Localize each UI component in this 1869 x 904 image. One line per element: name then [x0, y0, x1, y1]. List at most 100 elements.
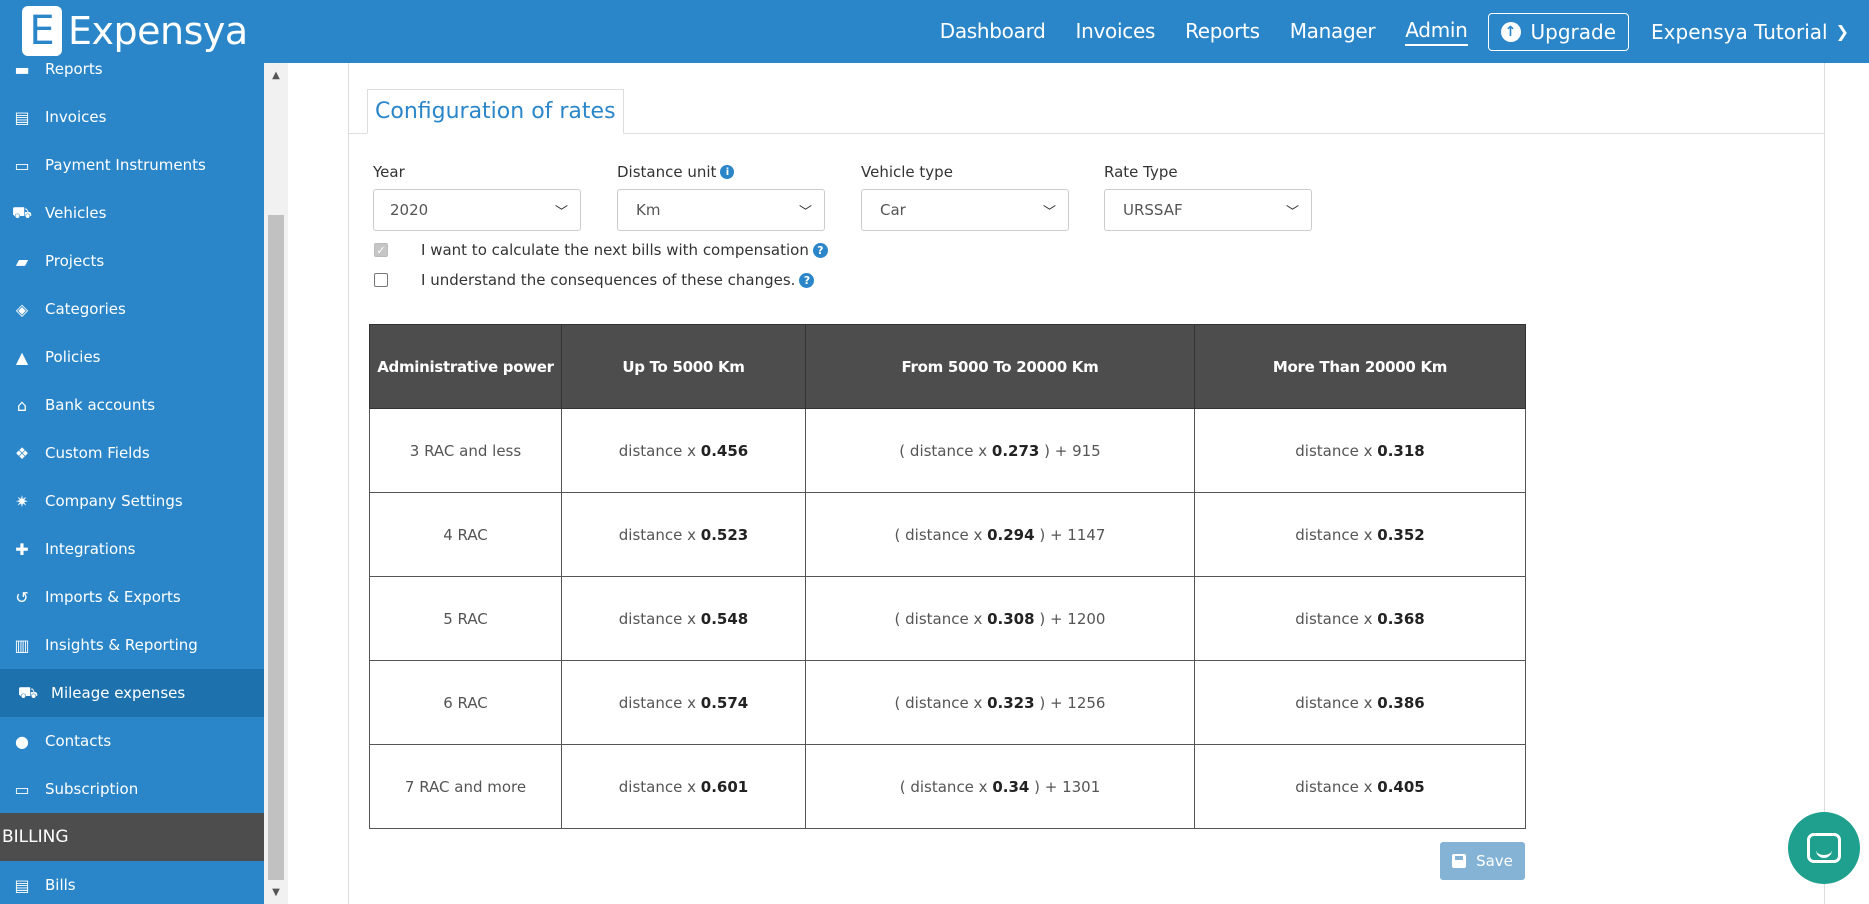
- main-nav: Dashboard Invoices Reports Manager Admin…: [910, 0, 1849, 63]
- brand-logo[interactable]: E Expensya: [22, 2, 248, 60]
- nav-admin[interactable]: Admin: [1405, 18, 1468, 46]
- power-cell: 5 RAC: [369, 576, 562, 661]
- distance-unit-value: Km: [636, 201, 661, 219]
- question-circle-icon[interactable]: ?: [812, 242, 828, 258]
- sidebar-item-mileage-expenses[interactable]: ⛟ Mileage expenses: [0, 669, 264, 717]
- sidebar-section-billing: BILLING: [0, 813, 264, 861]
- rate-value: 0.294: [987, 525, 1035, 544]
- bank-icon: ⌂: [16, 395, 28, 415]
- sidebar-item-label: Payment Instruments: [45, 156, 206, 174]
- sidebar-item-company-settings[interactable]: ✷ Company Settings: [0, 477, 264, 525]
- vehicle-type-select[interactable]: Car ﹀: [861, 189, 1069, 231]
- chat-launcher-button[interactable]: [1788, 812, 1860, 884]
- nav-reports[interactable]: Reports: [1185, 19, 1260, 45]
- rate-suffix: ) + 1301: [1029, 777, 1101, 796]
- distance-unit-select[interactable]: Km ﹀: [617, 189, 825, 231]
- sidebar-item-policies[interactable]: ▲ Policies: [0, 333, 264, 381]
- warning-icon: ▲: [15, 347, 29, 367]
- compensation-checkbox-row: ✓ I want to calculate the next bills wit…: [374, 241, 828, 259]
- sidebar-item-bank-accounts[interactable]: ⌂ Bank accounts: [0, 381, 264, 429]
- rates-table: Administrative power Up To 5000 Km From …: [369, 324, 1526, 829]
- scroll-up-arrow-icon[interactable]: ▲: [264, 65, 288, 85]
- rate-type-select[interactable]: URSSAF ﹀: [1104, 189, 1312, 231]
- chevron-down-icon: ﹀: [1285, 204, 1299, 220]
- consequences-checkbox[interactable]: [374, 273, 388, 287]
- sidebar-item-categories[interactable]: ◈ Categories: [0, 285, 264, 333]
- logo-badge: E: [22, 6, 62, 56]
- year-select[interactable]: 2020 ﹀: [373, 189, 581, 231]
- tab-configuration-of-rates[interactable]: Configuration of rates: [367, 89, 624, 134]
- chevron-down-icon: ❯: [1835, 22, 1849, 41]
- rate-cell-5000-20000: ( distance x 0.308 ) + 1200: [805, 576, 1195, 661]
- rate-prefix: distance x: [1295, 441, 1378, 460]
- year-label: Year: [373, 163, 405, 181]
- upgrade-button[interactable]: ↑ Upgrade: [1487, 12, 1630, 51]
- history-icon: ↺: [15, 587, 29, 607]
- rate-prefix: ( distance x: [894, 525, 988, 544]
- chat-icon: [1807, 833, 1841, 863]
- sidebar: ▬ Reports ▤ Invoices ▭ Payment Instrumen…: [0, 63, 264, 904]
- rate-value: 0.318: [1377, 441, 1425, 460]
- rate-suffix: ) + 915: [1039, 441, 1101, 460]
- rate-value: 0.523: [700, 525, 749, 544]
- table-row: 4 RAC distance x 0.523 ( distance x 0.29…: [369, 492, 1526, 577]
- power-cell: 4 RAC: [369, 492, 562, 577]
- rate-suffix: ) + 1256: [1034, 693, 1106, 712]
- sidebar-scrollbar[interactable]: ▲ ▼: [264, 63, 288, 904]
- chevron-down-icon: ﹀: [554, 204, 568, 220]
- compensation-label: I want to calculate the next bills with …: [421, 241, 809, 259]
- question-circle-icon[interactable]: ?: [799, 272, 815, 288]
- table-row: 5 RAC distance x 0.548 ( distance x 0.30…: [369, 576, 1526, 661]
- info-icon[interactable]: i: [720, 165, 735, 179]
- sidebar-item-label: Contacts: [45, 732, 112, 750]
- scrollbar-thumb[interactable]: [268, 215, 284, 880]
- rate-prefix: distance x: [618, 525, 701, 544]
- nav-invoices[interactable]: Invoices: [1076, 19, 1156, 45]
- rate-prefix: distance x: [618, 777, 701, 796]
- sidebar-item-insights-reporting[interactable]: ▥ Insights & Reporting: [0, 621, 264, 669]
- sidebar-item-imports-exports[interactable]: ↺ Imports & Exports: [0, 573, 264, 621]
- consequences-checkbox-row: I understand the consequences of these c…: [374, 271, 815, 289]
- user-menu[interactable]: Expensya Tutorial ❯: [1651, 20, 1849, 44]
- chevron-down-icon: ﹀: [1042, 204, 1056, 220]
- sidebar-item-label: Mileage expenses: [51, 684, 186, 702]
- rate-prefix: distance x: [1295, 609, 1378, 628]
- vehicle-type-label: Vehicle type: [861, 163, 953, 181]
- sidebar-item-label: Projects: [45, 252, 105, 270]
- rate-suffix: ) + 1200: [1034, 609, 1106, 628]
- distance-unit-field: Distance unit i Km ﹀: [617, 161, 825, 231]
- rate-value: 0.601: [700, 777, 749, 796]
- sidebar-item-custom-fields[interactable]: ❖ Custom Fields: [0, 429, 264, 477]
- rate-value: 0.308: [987, 609, 1035, 628]
- sidebar-item-vehicles[interactable]: ⛟ Vehicles: [0, 189, 264, 237]
- power-cell: 6 RAC: [369, 660, 562, 745]
- sidebar-item-label: Integrations: [45, 540, 136, 558]
- sidebar-item-payment-instruments[interactable]: ▭ Payment Instruments: [0, 141, 264, 189]
- rate-type-label: Rate Type: [1104, 163, 1178, 181]
- rate-cell-more-than-20000: distance x 0.405: [1194, 744, 1526, 829]
- sidebar-item-contacts[interactable]: ● Contacts: [0, 717, 264, 765]
- sidebar-item-reports[interactable]: ▬ Reports: [0, 63, 264, 93]
- rate-prefix: distance x: [1295, 525, 1378, 544]
- save-button[interactable]: Save: [1440, 842, 1525, 880]
- column-header: From 5000 To 20000 Km: [805, 324, 1195, 409]
- rate-cell-more-than-20000: distance x 0.386: [1194, 660, 1526, 745]
- sidebar-item-bills[interactable]: ▤ Bills: [0, 861, 264, 904]
- book-icon: ▰: [15, 251, 29, 271]
- rate-cell-up-to-5000: distance x 0.574: [561, 660, 806, 745]
- cubes-icon: ❖: [14, 443, 30, 463]
- rate-prefix: distance x: [618, 609, 701, 628]
- save-label: Save: [1476, 852, 1513, 870]
- sidebar-item-integrations[interactable]: ✚ Integrations: [0, 525, 264, 573]
- nav-manager[interactable]: Manager: [1290, 19, 1376, 45]
- car-icon: ⛟: [17, 682, 39, 702]
- nav-dashboard[interactable]: Dashboard: [940, 19, 1046, 45]
- sidebar-item-invoices[interactable]: ▤ Invoices: [0, 93, 264, 141]
- rate-cell-5000-20000: ( distance x 0.34 ) + 1301: [805, 744, 1195, 829]
- compensation-checkbox[interactable]: ✓: [374, 243, 388, 257]
- scroll-down-arrow-icon[interactable]: ▼: [264, 882, 288, 902]
- sidebar-item-subscription[interactable]: ▭ Subscription: [0, 765, 264, 813]
- file-icon: ▤: [14, 875, 30, 895]
- sidebar-item-label: Custom Fields: [45, 444, 150, 462]
- sidebar-item-projects[interactable]: ▰ Projects: [0, 237, 264, 285]
